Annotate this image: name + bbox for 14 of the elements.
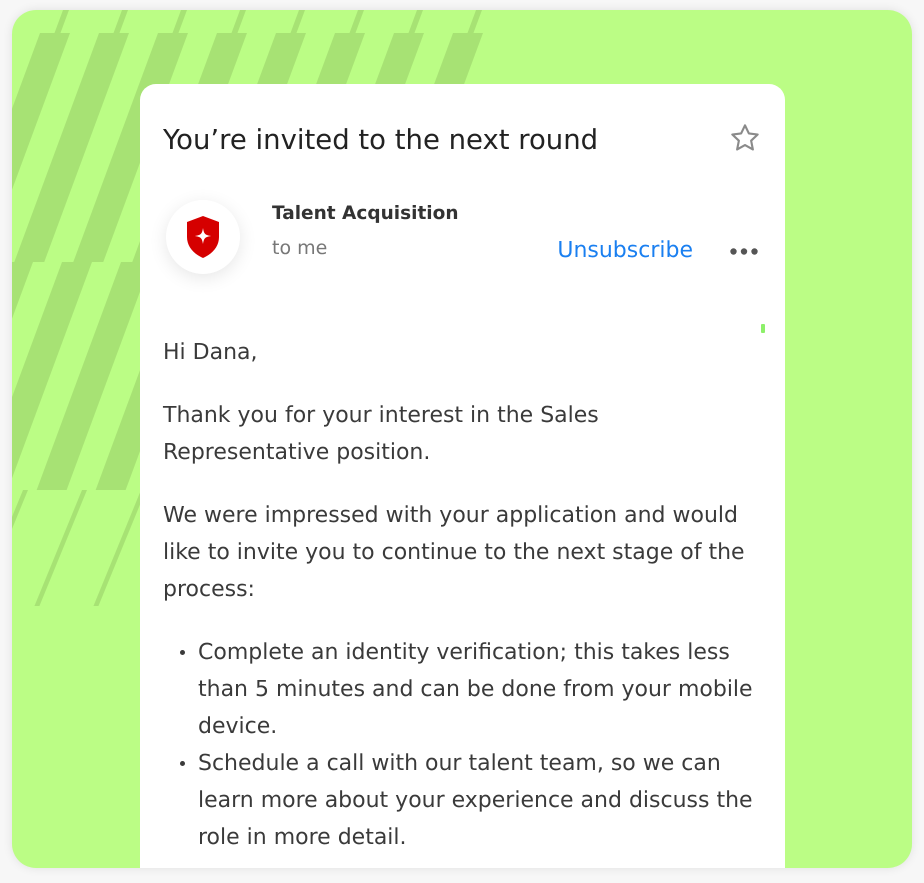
more-icon[interactable] [730,248,758,254]
greeting-text: Hi Dana, [163,339,258,367]
list-item-text: Schedule a call with our talent team, so we can learn more about your experience and discuss the role in more detail. [198,750,754,852]
body-paragraph: We were impressed with your application and would like to invite you to continue to the next stage of the process: [163,502,746,604]
unsubscribe-link[interactable]: Unsubscribe [557,237,693,265]
list-item-text: Complete an identity verification; this takes less than 5 minutes and can be done from your mobile device. [198,639,754,741]
scroll-marker [761,324,765,333]
shield-icon [185,215,221,259]
body-paragraph: Thank you for your interest in the Sales Representative position. [163,402,600,467]
sender-name: Talent Acquisition [272,202,459,226]
recipient-label: to me [272,236,328,261]
email-subject: You’re invited to the next round [163,123,598,158]
bullet-icon [180,761,185,766]
bullet-icon [180,650,185,655]
